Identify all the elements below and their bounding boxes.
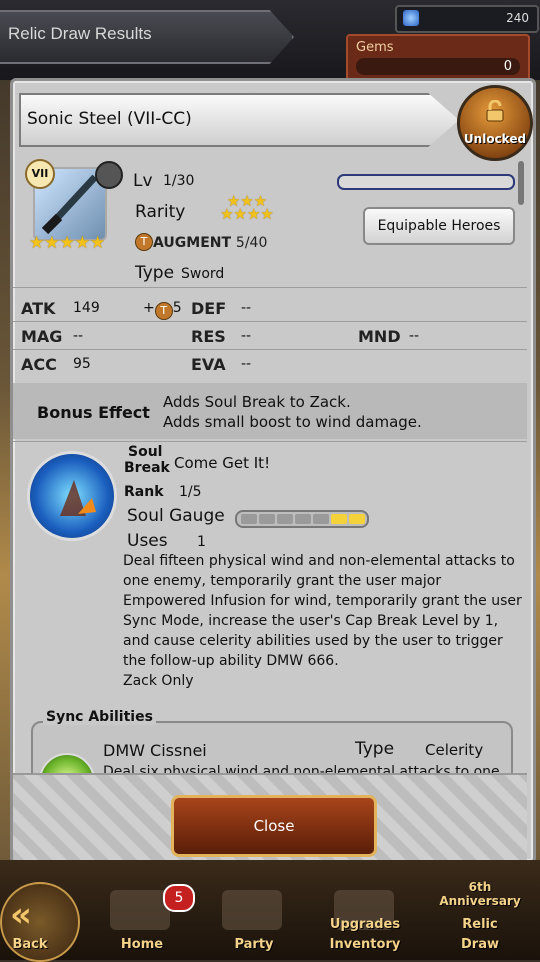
soul-break-desc-text: Deal fifteen physical wind and non-eleme… [123, 553, 522, 669]
gem-icon [403, 10, 419, 26]
stat-mag-value: -- [73, 328, 84, 344]
divider [13, 321, 527, 322]
gems-label: Gems [356, 40, 394, 55]
level-value: 1/30 [163, 173, 195, 189]
series-badge: VII [25, 159, 55, 189]
stat-mnd-value: -- [409, 328, 420, 344]
stat-eva-value: -- [241, 356, 252, 372]
scrollbar[interactable] [518, 161, 524, 205]
page-title: Relic Draw Results [8, 24, 152, 43]
soul-gauge-segment [241, 514, 257, 524]
augment-value: 5/40 [235, 235, 268, 251]
soul-gauge-segment [331, 514, 347, 524]
stat-eva-label: EVA [191, 355, 226, 374]
divider [13, 441, 527, 442]
augment-icon: T [135, 233, 153, 251]
atk-bonus-num: 5 [172, 300, 182, 316]
gems-value: 0 [503, 59, 512, 74]
relic-name: Sonic Steel (VII-CC) [27, 109, 192, 129]
stat-res-value: -- [241, 328, 252, 344]
nav-home-label[interactable]: Home [110, 937, 174, 952]
gem-counter-top: 240 [395, 5, 539, 33]
stat-mnd-label: MND [358, 327, 401, 346]
top-bar: Relic Draw Results 240 Gems 0 [0, 0, 540, 82]
divider [13, 287, 527, 288]
soul-break-restriction: Zack Only [123, 673, 194, 689]
stat-atk-value: 149 [73, 300, 100, 316]
gems-box: Gems 0 [346, 34, 530, 82]
rarity-stars: ★★★ ★★★★ [207, 194, 287, 223]
sword-type-icon [95, 161, 123, 189]
lock-toggle-button[interactable]: Unlocked [457, 85, 533, 161]
anniversary-label: 6th Anniversary [439, 880, 521, 908]
back-chevron-icon: « [10, 895, 32, 935]
augment-small-icon: T [154, 302, 173, 320]
divider [13, 349, 527, 350]
sync-abilities-title: Sync Abilities [43, 709, 156, 725]
soul-gauge-segment [277, 514, 293, 524]
nav-draw-label[interactable]: Draw [440, 937, 520, 952]
soul-gauge-segment [259, 514, 275, 524]
soul-gauge-label: Soul Gauge [127, 506, 225, 526]
stat-atk-bonus: + T 5 [143, 300, 182, 320]
gem-counter-value: 240 [506, 11, 529, 25]
relic-name-plate: Sonic Steel (VII-CC) [19, 93, 459, 147]
nav-inventory-label[interactable]: Inventory [322, 937, 408, 952]
soul-label: Soul [128, 444, 163, 460]
rarity-stars-bottom: ★★★★ [220, 205, 274, 223]
uses-value: 1 [197, 534, 206, 550]
augment-text: AUGMENT [153, 235, 232, 251]
bonus-line-1: Adds Soul Break to Zack. [163, 393, 351, 411]
sync-type-value: Celerity [425, 741, 484, 759]
bonus-effect-title: Bonus Effect [37, 403, 150, 422]
rank-value: 1/5 [179, 484, 202, 500]
bonus-line-2: Adds small boost to wind damage. [163, 413, 422, 431]
relic-detail-panel: Sonic Steel (VII-CC) Unlocked VII ★★★★★ … [10, 78, 536, 864]
soul-gauge-segment [313, 514, 329, 524]
stat-acc-value: 95 [73, 356, 91, 372]
soul-break-icon [27, 451, 117, 541]
portrait-rarity-stars: ★★★★★ [29, 233, 106, 253]
stat-def-label: DEF [191, 299, 227, 318]
sync-ability-name: DMW Cissnei [103, 741, 207, 760]
augment-label: AUGMENT 5/40 [153, 235, 267, 251]
stat-atk-label: ATK [21, 299, 56, 318]
rarity-label: Rarity [135, 202, 186, 222]
soul-gauge-segment [349, 514, 365, 524]
nav-relic-label[interactable]: Relic [440, 917, 520, 932]
home-icon[interactable] [110, 890, 170, 930]
rank-label: Rank [124, 484, 164, 500]
stat-def-value: -- [241, 300, 252, 316]
soul-gauge-segment [295, 514, 311, 524]
type-value: Sword [181, 266, 225, 282]
stat-mag-label: MAG [21, 327, 63, 346]
sync-type-label: Type [355, 739, 395, 759]
level-label: Lv [133, 171, 153, 191]
stat-res-label: RES [191, 327, 226, 346]
soul-break-art [60, 480, 96, 516]
equipable-heroes-button[interactable]: Equipable Heroes [363, 207, 515, 245]
home-notification-badge: 5 [163, 884, 195, 912]
nav-party-label[interactable]: Party [224, 937, 284, 952]
nav-back-label: Back [12, 937, 48, 952]
soul-gauge [235, 510, 369, 528]
level-progress-bar [337, 174, 515, 190]
soul-break-name: Come Get It! [174, 454, 271, 472]
uses-label: Uses [127, 531, 168, 551]
stat-acc-label: ACC [21, 355, 57, 374]
soul-break-description: Deal fifteen physical wind and non-eleme… [123, 551, 523, 691]
break-label: Break [124, 460, 170, 476]
lock-label: Unlocked [463, 132, 527, 146]
nav-upgrades-label[interactable]: Upgrades [322, 917, 408, 932]
type-label: Type [135, 263, 175, 283]
party-icon[interactable] [222, 890, 282, 930]
atk-bonus-plus: + [143, 300, 155, 316]
lock-icon [486, 100, 504, 122]
close-button[interactable]: Close [171, 795, 377, 857]
gems-bar: 0 [356, 58, 520, 75]
